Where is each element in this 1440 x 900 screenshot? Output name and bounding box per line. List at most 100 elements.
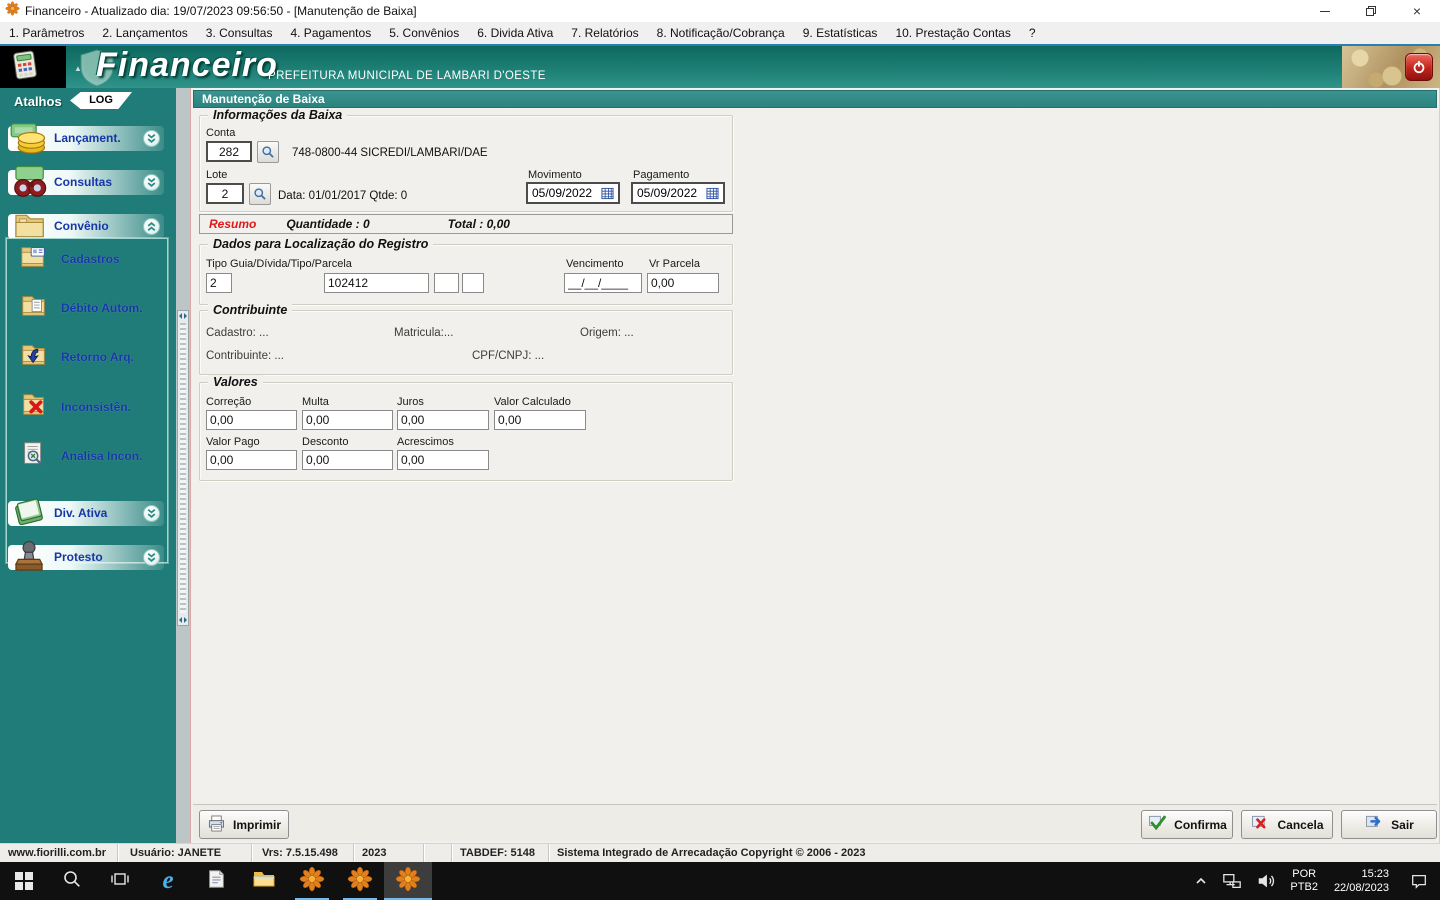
correcao-label: Correção [206, 396, 252, 408]
calendar-icon[interactable] [703, 184, 721, 202]
menu-consultas[interactable]: 3. Consultas [197, 22, 282, 44]
valor-calculado-label: Valor Calculado [494, 396, 571, 408]
guia-input[interactable] [324, 273, 429, 293]
sidebar-item-debito-autom[interactable]: Débito Autom. [19, 292, 143, 324]
menu-lancamentos[interactable]: 2. Lançamentos [93, 22, 196, 44]
restore-button[interactable] [1348, 0, 1394, 22]
fiorilli-app-3-button[interactable] [384, 862, 432, 900]
notepad-icon [205, 868, 227, 895]
menu-pagamentos[interactable]: 4. Pagamentos [281, 22, 380, 44]
vencimento-input[interactable] [564, 273, 642, 293]
power-button-icon[interactable] [1405, 53, 1433, 81]
confirma-button[interactable]: Confirma [1141, 810, 1233, 839]
close-button[interactable]: × [1394, 0, 1440, 22]
groupbox-contribuinte: Contribuinte Cadastro: ... Matricula:...… [199, 303, 733, 375]
sidebar-splitter[interactable] [177, 310, 189, 626]
conta-input[interactable] [206, 141, 252, 162]
speaker-icon[interactable] [1249, 862, 1283, 900]
sidebar-item-inconsistencias[interactable]: Inconsistên. [19, 391, 131, 423]
lote-description: Data: 01/01/2017 Qtde: 0 [278, 190, 408, 202]
book-icon [10, 494, 48, 537]
taskbar-search-button[interactable] [48, 862, 96, 900]
sidebar-item-div-ativa[interactable]: Div. Ativa [8, 498, 164, 526]
valor-pago-label: Valor Pago [206, 436, 260, 448]
valor-pago-input[interactable] [206, 450, 297, 470]
splitter-grip[interactable] [180, 323, 186, 613]
movimento-date-input[interactable] [528, 186, 598, 200]
splitter-arrows-icon[interactable] [178, 311, 188, 321]
network-icon[interactable] [1215, 862, 1249, 900]
parcela-num-input[interactable] [462, 273, 484, 293]
minimize-button[interactable] [1302, 0, 1348, 22]
sidebar-header-atalhos[interactable]: Atalhos [14, 94, 62, 109]
juros-input[interactable] [397, 410, 489, 430]
vr-parcela-input[interactable] [647, 273, 719, 293]
acrescimos-input[interactable] [397, 450, 489, 470]
fiorilli-app-1-button[interactable] [288, 862, 336, 900]
sidebar-item-analisa-incon[interactable]: Analisa Incon. [19, 440, 142, 472]
menu-help[interactable]: ? [1020, 22, 1045, 44]
sair-button[interactable]: Sair [1341, 810, 1437, 839]
sidebar-item-protesto[interactable]: Protesto [8, 540, 164, 571]
language-indicator[interactable]: POR PTB2 [1283, 862, 1325, 900]
internet-explorer-button[interactable]: e [144, 862, 192, 900]
sidebar-item-cadastros[interactable]: Cadastros [19, 243, 120, 275]
multa-input[interactable] [302, 410, 393, 430]
valor-calculado-input[interactable] [494, 410, 586, 430]
movimento-label: Movimento [528, 169, 582, 181]
file-explorer-button[interactable] [240, 862, 288, 900]
fiorilli-app-2-button[interactable] [336, 862, 384, 900]
sidebar-item-label: Débito Autom. [61, 301, 143, 315]
sidebar-item-consultas[interactable]: Consultas [8, 165, 164, 197]
splitter-arrows-icon[interactable] [178, 615, 188, 625]
cancela-button[interactable]: Cancela [1241, 810, 1333, 839]
button-bar: Imprimir Confirma Cancela Sair [193, 804, 1437, 841]
sidebar-item-label: Lançament. [54, 131, 121, 145]
menu-estatisticas[interactable]: 9. Estatísticas [794, 22, 887, 44]
groupbox-localizacao: Dados para Localização do Registro Tipo … [199, 237, 733, 305]
notification-icon[interactable] [1398, 862, 1440, 900]
taskbar-clock[interactable]: 15:23 22/08/2023 [1325, 867, 1398, 895]
sidebar-item-lancamentos[interactable]: Lançament. [8, 123, 164, 154]
resumo-bar: Resumo Quantidade : 0 Total : 0,00 [199, 214, 733, 234]
menu-notificacao-cobranca[interactable]: 8. Notificação/Cobrança [648, 22, 794, 44]
status-bar: www.fiorilli.com.br Usuário: JANETE Vrs:… [0, 843, 1440, 862]
sidebar-tab-log[interactable]: LOG [70, 92, 132, 109]
lote-search-button[interactable] [249, 183, 271, 205]
chevron-down-icon[interactable] [143, 505, 160, 522]
resumo-total: Total : 0,00 [447, 217, 510, 231]
pagamento-date-input[interactable] [633, 186, 703, 200]
tray-chevron-icon[interactable] [1187, 862, 1215, 900]
notepad-button[interactable] [192, 862, 240, 900]
sidebar-item-retorno-arq[interactable]: Retorno Arq. [19, 341, 134, 373]
task-view-button[interactable] [96, 862, 144, 900]
chevron-down-icon[interactable] [143, 549, 160, 566]
desconto-input[interactable] [302, 450, 393, 470]
menu-convenios[interactable]: 5. Convênios [380, 22, 468, 44]
sidebar-item-label: Convênio [54, 219, 109, 233]
correcao-input[interactable] [206, 410, 297, 430]
binoculars-icon [10, 163, 48, 206]
juros-label: Juros [397, 396, 424, 408]
sidebar-item-convenio[interactable]: Convênio [8, 214, 164, 239]
tipo-input[interactable] [206, 273, 232, 293]
chevron-up-icon[interactable] [143, 218, 160, 235]
fiorilli-app-icon [299, 866, 325, 897]
divida-input[interactable] [434, 273, 459, 293]
chevron-down-icon[interactable] [143, 174, 160, 191]
conta-search-button[interactable] [257, 141, 279, 163]
folder-error-icon [19, 390, 49, 425]
menu-prestacao-contas[interactable]: 10. Prestação Contas [886, 22, 1019, 44]
lote-input[interactable] [206, 183, 244, 204]
menu-relatorios[interactable]: 7. Relatórios [562, 22, 647, 44]
task-view-icon [110, 869, 130, 894]
menu-parametros[interactable]: 1. Parâmetros [0, 22, 93, 44]
start-button[interactable] [0, 862, 48, 900]
calendar-icon[interactable] [598, 184, 616, 202]
cancela-label: Cancela [1277, 817, 1324, 832]
sidebar-gutter [176, 88, 190, 843]
chevron-down-icon[interactable] [143, 130, 160, 147]
imprimir-button[interactable]: Imprimir [199, 810, 289, 839]
menu-divida-ativa[interactable]: 6. Divida Ativa [468, 22, 562, 44]
cancel-x-icon [1250, 813, 1270, 836]
